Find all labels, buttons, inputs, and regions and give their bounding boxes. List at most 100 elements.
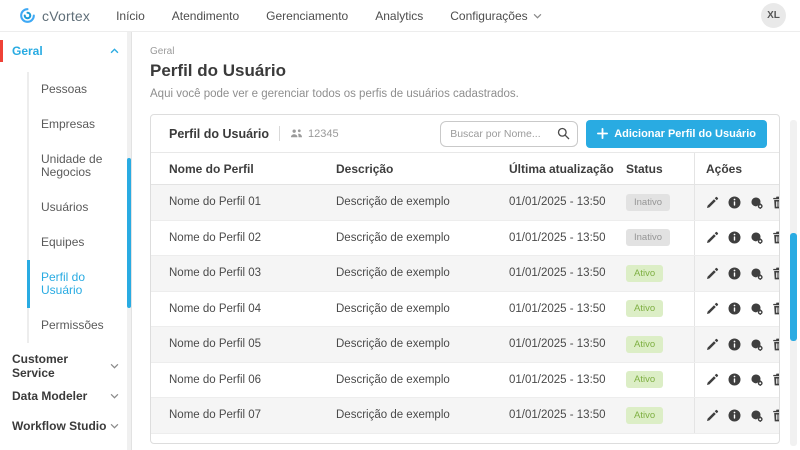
info-icon[interactable] [728,231,741,244]
group-icon [290,128,303,139]
sidebar-item-permissoes[interactable]: Permissões [27,308,131,343]
edit-icon[interactable] [706,231,719,244]
delete-icon[interactable] [772,409,780,422]
nav-item-configuracoes[interactable]: Configurações [450,9,541,23]
status-badge: Ativo [626,300,663,317]
status-badge: Ativo [626,371,663,388]
permissions-icon[interactable] [750,231,763,244]
status-badge: Ativo [626,407,663,424]
edit-icon[interactable] [706,373,719,386]
nav-item-label: Analytics [375,9,423,23]
delete-icon[interactable] [772,267,780,280]
info-icon[interactable] [728,196,741,209]
nav-item-analytics[interactable]: Analytics [375,9,423,23]
info-icon[interactable] [728,338,741,351]
edit-icon[interactable] [706,196,719,209]
permissions-icon[interactable] [750,302,763,315]
records-count-value: 12345 [308,128,339,140]
sidebar-item-empresas[interactable]: Empresas [27,107,131,142]
profile-name-cell: Nome do Perfil 04 [151,292,336,327]
profile-description-cell: Descrição de exemplo [336,292,509,327]
permissions-icon[interactable] [750,409,763,422]
profile-description-cell: Descrição de exemplo [336,398,509,433]
delete-icon[interactable] [772,196,780,209]
main-scrollbar-thumb[interactable] [790,233,797,341]
sidebar-item-equipes[interactable]: Equipes [27,225,131,260]
nav-item-label: Atendimento [172,9,239,23]
permissions-icon[interactable] [750,196,763,209]
sidebar-section-customer-service[interactable]: Customer Service [0,351,131,381]
info-icon[interactable] [728,409,741,422]
delete-icon[interactable] [772,338,780,351]
profile-actions-cell [694,363,780,398]
status-badge: Inativo [626,194,670,211]
chevron-up-icon [110,48,119,54]
profile-actions-cell [694,221,780,256]
info-icon[interactable] [728,267,741,280]
user-avatar[interactable]: XL [761,3,786,28]
delete-icon[interactable] [772,373,780,386]
sidebar-section-sla[interactable]: SLA [0,441,131,450]
records-count: 12345 [290,128,339,140]
sidebar-item-perfil-do-usuario[interactable]: Perfil do Usuário [27,260,131,308]
sidebar-section-workflow-studio[interactable]: Workflow Studio [0,411,131,441]
row-actions [706,338,780,351]
sidebar-item-usuarios[interactable]: Usuários [27,190,131,225]
brand-logo[interactable]: cVortex [18,6,90,25]
main-content: Geral Perfil do Usuário Aqui você pode v… [132,32,800,450]
edit-icon[interactable] [706,267,719,280]
profile-description-cell: Descrição de exemplo [336,221,509,256]
page-title: Perfil do Usuário [150,61,800,81]
add-profile-button[interactable]: Adicionar Perfil do Usuário [586,120,767,148]
permissions-icon[interactable] [750,373,763,386]
sidebar-collapsed-sections: Customer ServiceData ModelerWorkflow Stu… [0,351,131,450]
table-row: Nome do Perfil 01 Descrição de exemplo 0… [151,185,779,221]
table-row: Nome do Perfil 03 Descrição de exemplo 0… [151,256,779,292]
nav-item-atendimento[interactable]: Atendimento [172,9,239,23]
sidebar-section-data-modeler[interactable]: Data Modeler [0,381,131,411]
delete-icon[interactable] [772,231,780,244]
profile-actions-cell [694,327,780,362]
edit-icon[interactable] [706,302,719,315]
sidebar-scrollbar-thumb[interactable] [127,158,131,308]
table-row: Nome do Perfil 07 Descrição de exemplo 0… [151,398,779,434]
row-actions [706,267,780,280]
nav-item-label: Configurações [450,9,527,23]
status-badge: Ativo [626,336,663,353]
table-row: Nome do Perfil 02 Descrição de exemplo 0… [151,221,779,257]
cvortex-swirl-icon [18,6,37,25]
sidebar-section-geral[interactable]: Geral [0,36,131,66]
sidebar-section-label: Customer Service [12,352,110,380]
info-icon[interactable] [728,373,741,386]
edit-icon[interactable] [706,409,719,422]
top-navbar: cVortex Início Atendimento Gerenciamento An… [0,0,800,32]
add-profile-button-label: Adicionar Perfil do Usuário [614,128,756,140]
profile-status-cell: Inativo [626,221,694,256]
sidebar-item-pessoas[interactable]: Pessoas [27,72,131,107]
delete-icon[interactable] [772,302,780,315]
permissions-icon[interactable] [750,338,763,351]
table-body: Nome do Perfil 01 Descrição de exemplo 0… [151,185,779,434]
profile-actions-cell [694,398,780,433]
permissions-icon[interactable] [750,267,763,280]
nav-item-label: Início [116,9,145,23]
column-header-acoes: Ações [694,153,780,184]
plus-icon [597,128,608,139]
sidebar-item-unidade-de-negocios[interactable]: Unidade de Negocios [27,142,131,190]
chevron-down-icon [110,393,119,399]
profile-description-cell: Descrição de exemplo [336,327,509,362]
profile-name-cell: Nome do Perfil 02 [151,221,336,256]
nav-item-inicio[interactable]: Início [116,9,145,23]
profile-updated-cell: 01/01/2025 - 13:50 [509,221,626,256]
profile-updated-cell: 01/01/2025 - 13:50 [509,185,626,220]
profiles-card: Perfil do Usuário 12345 [150,114,780,444]
nav-item-gerenciamento[interactable]: Gerenciamento [266,9,348,23]
profile-updated-cell: 01/01/2025 - 13:50 [509,292,626,327]
chevron-down-icon [110,363,119,369]
info-icon[interactable] [728,302,741,315]
profile-status-cell: Ativo [626,292,694,327]
row-actions [706,302,780,315]
card-toolbar: Perfil do Usuário 12345 [151,115,779,153]
profile-name-cell: Nome do Perfil 03 [151,256,336,291]
edit-icon[interactable] [706,338,719,351]
